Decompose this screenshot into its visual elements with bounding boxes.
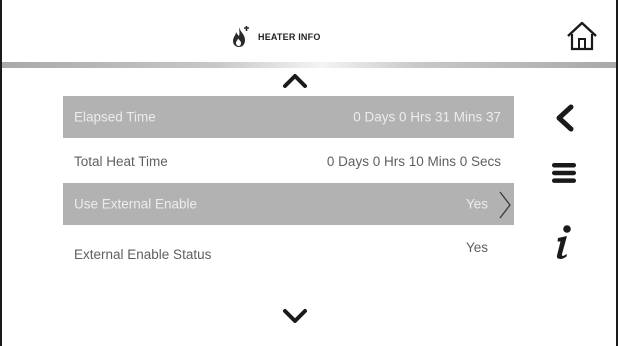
menu-button[interactable] (551, 162, 577, 184)
scroll-down-button[interactable] (280, 306, 310, 326)
info-icon (556, 225, 571, 259)
row-label: Elapsed Time (74, 109, 156, 125)
chevron-up-icon (283, 74, 307, 88)
row-value: Yes (465, 196, 488, 212)
scroll-up-button[interactable] (280, 70, 310, 90)
row-label: Total Heat Time (74, 154, 168, 169)
header-divider (2, 62, 616, 68)
back-button[interactable] (552, 104, 578, 132)
list-item-total-heat-time[interactable]: Total Heat Time 0 Days 0 Hrs 10 Mins 0 S… (63, 141, 514, 183)
row-value: Yes (465, 240, 488, 255)
list-item-elapsed-time[interactable]: Elapsed Time 0 Days 0 Hrs 31 Mins 37 (63, 96, 514, 138)
list-item-use-external-enable[interactable]: Use External Enable Yes (63, 183, 514, 225)
page-title: HEATER INFO (258, 32, 321, 42)
row-label: Use External Enable (74, 196, 198, 212)
home-button[interactable] (565, 20, 599, 52)
heater-info-screen: HEATER INFO Elapsed Time 0 Days 0 Hrs 31… (0, 0, 618, 346)
flame-icon (233, 26, 249, 47)
page-title-group: HEATER INFO (228, 25, 321, 49)
menu-icon (552, 163, 576, 183)
row-label: External Enable Status (74, 247, 212, 262)
list-item-external-enable-status[interactable]: External Enable Status Yes (63, 228, 514, 270)
chevron-right-icon (499, 191, 511, 219)
row-value: 0 Days 0 Hrs 31 Mins 37 (353, 109, 501, 125)
back-icon (556, 104, 574, 132)
chevron-down-icon (283, 309, 307, 323)
row-value: 0 Days 0 Hrs 10 Mins 0 Secs (326, 154, 501, 169)
home-icon (567, 21, 597, 51)
info-button[interactable] (549, 224, 577, 262)
